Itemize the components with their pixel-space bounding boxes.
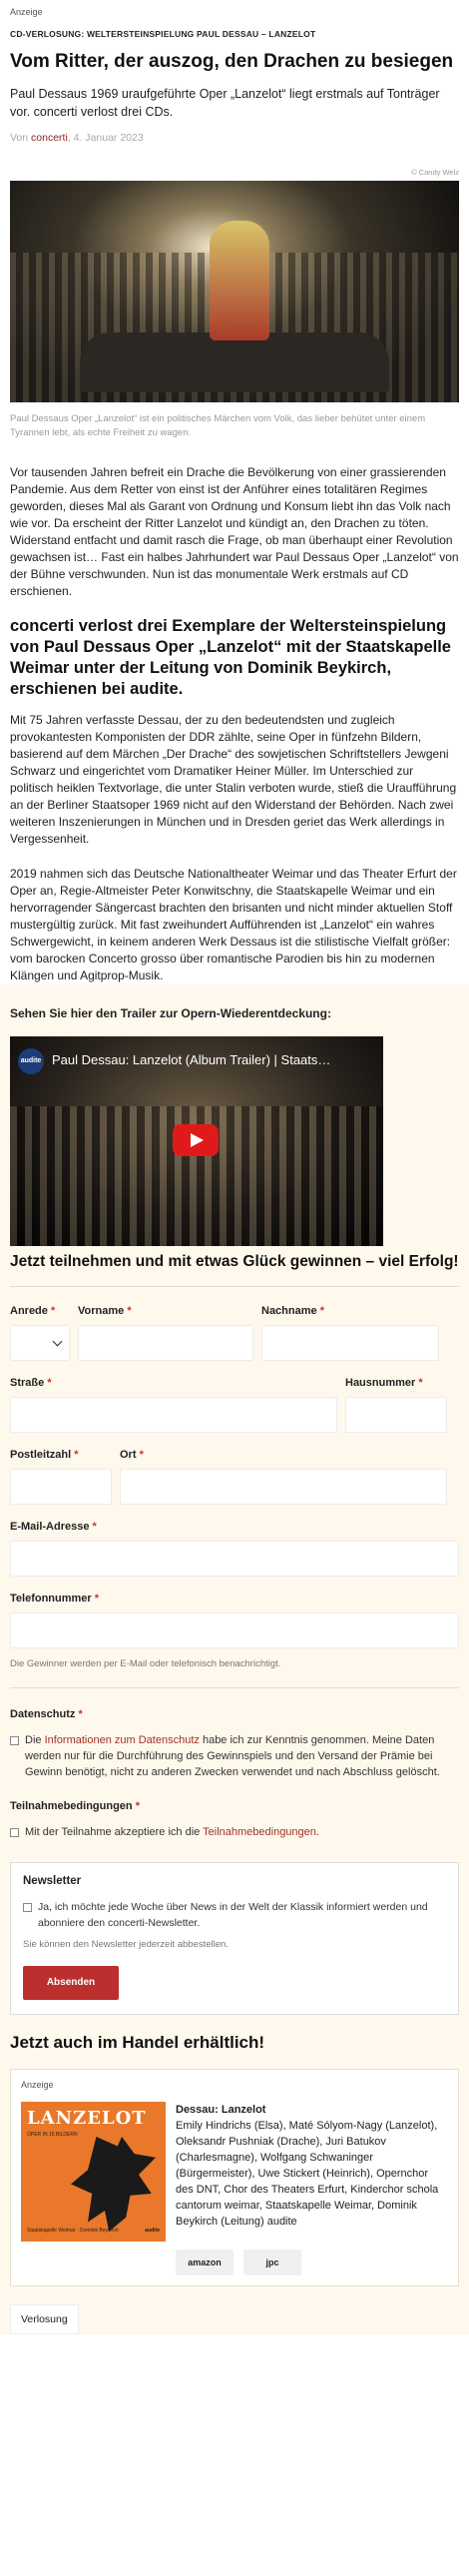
hero-image — [10, 181, 459, 402]
anrede-group: Anrede * — [10, 1305, 70, 1361]
contest-heading: Jetzt teilnehmen und mit etwas Glück gew… — [10, 1253, 459, 1270]
email-field[interactable] — [10, 1541, 459, 1577]
newsletter-hint: Sie können den Newsletter jederzeit abbe… — [23, 1939, 229, 1950]
newsletter-text: Ja, ich möchte jede Woche über News in d… — [38, 1901, 428, 1929]
dragon-illustration-icon — [71, 2137, 156, 2232]
vorname-label: Vorname * — [78, 1305, 132, 1317]
teilnahme-checkbox[interactable] — [10, 1828, 19, 1837]
newsletter-box: Newsletter Ja, ich möchte jede Woche übe… — [10, 1862, 459, 2015]
email-label: E-Mail-Adresse * — [10, 1521, 97, 1533]
datenschutz-checkbox[interactable] — [10, 1736, 19, 1745]
divider — [10, 1286, 459, 1287]
chevron-down-icon — [52, 1336, 63, 1347]
article-kicker: CD-VERLOSUNG: WELTERSTEINSPIELUNG PAUL D… — [10, 29, 316, 39]
article-paragraph-2: Mit 75 Jahren verfasste Dessau, der zu d… — [10, 713, 457, 846]
address-row: Straße * Hausnummer * — [10, 1377, 459, 1433]
divider — [10, 1687, 459, 1688]
byline-prefix: Von — [10, 132, 29, 144]
ort-label: Ort * — [120, 1449, 144, 1461]
telefon-label: Telefonnummer * — [10, 1593, 100, 1605]
plz-label: Postleitzahl * — [10, 1449, 79, 1461]
city-row: Postleitzahl * Ort * — [10, 1449, 459, 1505]
nachname-field[interactable] — [261, 1325, 439, 1361]
cover-subtitle: OPER IN 15 BILDERN — [27, 2132, 78, 2138]
category-tag[interactable]: Verlosung — [10, 2304, 79, 2334]
nachname-label: Nachname * — [261, 1305, 324, 1317]
image-credit: © Candy Welz — [411, 168, 459, 177]
article-page: Anzeige CD-VERLOSUNG: WELTERSTEINSPIELUN… — [0, 0, 469, 2576]
trailer-heading: Sehen Sie hier den Trailer zur Opern-Wie… — [10, 1006, 331, 1020]
teilnahme-checkbox-row: Mit der Teilnahme akzeptiere ich die Tei… — [10, 1824, 459, 1840]
anrede-select[interactable] — [10, 1325, 70, 1361]
image-caption: Paul Dessaus Oper „Lanzelot“ ist ein pol… — [10, 413, 426, 438]
publish-date: , 4. Januar 2023 — [67, 132, 144, 144]
author-link[interactable]: concerti — [31, 132, 68, 144]
hero-image-figure — [210, 221, 269, 340]
hero-image-stage — [80, 332, 389, 392]
vorname-field[interactable] — [78, 1325, 253, 1361]
shop-buttons: amazon jpc — [176, 2250, 448, 2275]
datenschutz-text: Die Informationen zum Datenschutz habe i… — [25, 1734, 440, 1778]
ad-label: Anzeige — [10, 7, 43, 17]
product-description: Emily Hindrichs (Elsa), Maté Sólyom-Nagy… — [176, 2120, 439, 2228]
teilnahme-text: Mit der Teilnahme akzeptiere ich die Tei… — [25, 1826, 319, 1838]
video-title[interactable]: Paul Dessau: Lanzelot (Album Trailer) | … — [52, 1052, 330, 1067]
hausnummer-group: Hausnummer * — [345, 1377, 447, 1433]
amazon-button[interactable]: amazon — [176, 2250, 234, 2275]
article-paragraph-3: 2019 nahmen sich das Deutsche Nationalth… — [10, 867, 457, 982]
jpc-button[interactable]: jpc — [243, 2250, 301, 2275]
plz-group: Postleitzahl * — [10, 1449, 112, 1505]
strasse-field[interactable] — [10, 1397, 337, 1433]
ad-label: Anzeige — [21, 2080, 54, 2090]
video-player[interactable]: audite Paul Dessau: Lanzelot (Album Trai… — [10, 1036, 383, 1246]
ort-field[interactable] — [120, 1469, 447, 1505]
datenschutz-link[interactable]: Informationen zum Datenschutz — [45, 1734, 200, 1746]
article-subheading: concerti verlost drei Exemplare der Welt… — [10, 617, 451, 698]
cover-footer: Staatskapelle Weimar · Dominik Beykirch — [27, 2228, 119, 2234]
teilnahme-link[interactable]: Teilnahmebedingungen — [203, 1826, 316, 1838]
anrede-label: Anrede * — [10, 1305, 56, 1317]
datenschutz-checkbox-row: Die Informationen zum Datenschutz habe i… — [10, 1732, 459, 1780]
teilnahme-label: Teilnahmebedingungen * — [10, 1800, 140, 1812]
hausnummer-field[interactable] — [345, 1397, 447, 1433]
product-info: Dessau: Lanzelot Emily Hindrichs (Elsa),… — [176, 2102, 448, 2242]
hausnummer-label: Hausnummer * — [345, 1377, 423, 1389]
submit-button[interactable]: Absenden — [23, 1966, 119, 2000]
name-row: Anrede * Vorname * Nachname * — [10, 1305, 459, 1361]
channel-logo[interactable]: audite — [18, 1048, 44, 1074]
vorname-group: Vorname * — [78, 1305, 253, 1361]
nachname-group: Nachname * — [261, 1305, 439, 1361]
byline: Von concerti, 4. Januar 2023 — [10, 132, 459, 144]
cover-label-logo: audite — [145, 2228, 160, 2234]
newsletter-title: Newsletter — [23, 1875, 82, 1887]
article-title: Vom Ritter, der auszog, den Drachen zu b… — [10, 51, 454, 72]
shop-heading: Jetzt auch im Handel erhältlich! — [10, 2033, 265, 2052]
strasse-label: Straße * — [10, 1377, 52, 1389]
datenschutz-label: Datenschutz * — [10, 1708, 83, 1720]
article-lead: Paul Dessaus 1969 uraufgeführte Oper „La… — [10, 87, 440, 119]
cd-cover-image[interactable]: LANZELOT OPER IN 15 BILDERN Staatskapell… — [21, 2102, 166, 2242]
play-button-icon[interactable] — [173, 1124, 219, 1156]
article-paragraph-1: Vor tausenden Jahren befreit ein Drache … — [10, 465, 459, 598]
contest-section: Sehen Sie hier den Trailer zur Opern-Wie… — [0, 984, 469, 2334]
email-group: E-Mail-Adresse * — [10, 1521, 459, 1577]
product-row: LANZELOT OPER IN 15 BILDERN Staatskapell… — [21, 2102, 448, 2242]
plz-field[interactable] — [10, 1469, 112, 1505]
newsletter-checkbox[interactable] — [23, 1903, 32, 1912]
newsletter-checkbox-row: Ja, ich möchte jede Woche über News in d… — [23, 1899, 446, 1931]
telefon-field[interactable] — [10, 1612, 459, 1648]
telefon-group: Telefonnummer * — [10, 1593, 459, 1648]
strasse-group: Straße * — [10, 1377, 337, 1433]
cover-title: LANZELOT — [27, 2108, 147, 2129]
product-title: Dessau: Lanzelot — [176, 2104, 266, 2116]
product-ad: Anzeige LANZELOT OPER IN 15 BILDERN Staa… — [10, 2069, 459, 2286]
winner-hint: Die Gewinner werden per E-Mail oder tele… — [10, 1658, 281, 1669]
ort-group: Ort * — [120, 1449, 447, 1505]
